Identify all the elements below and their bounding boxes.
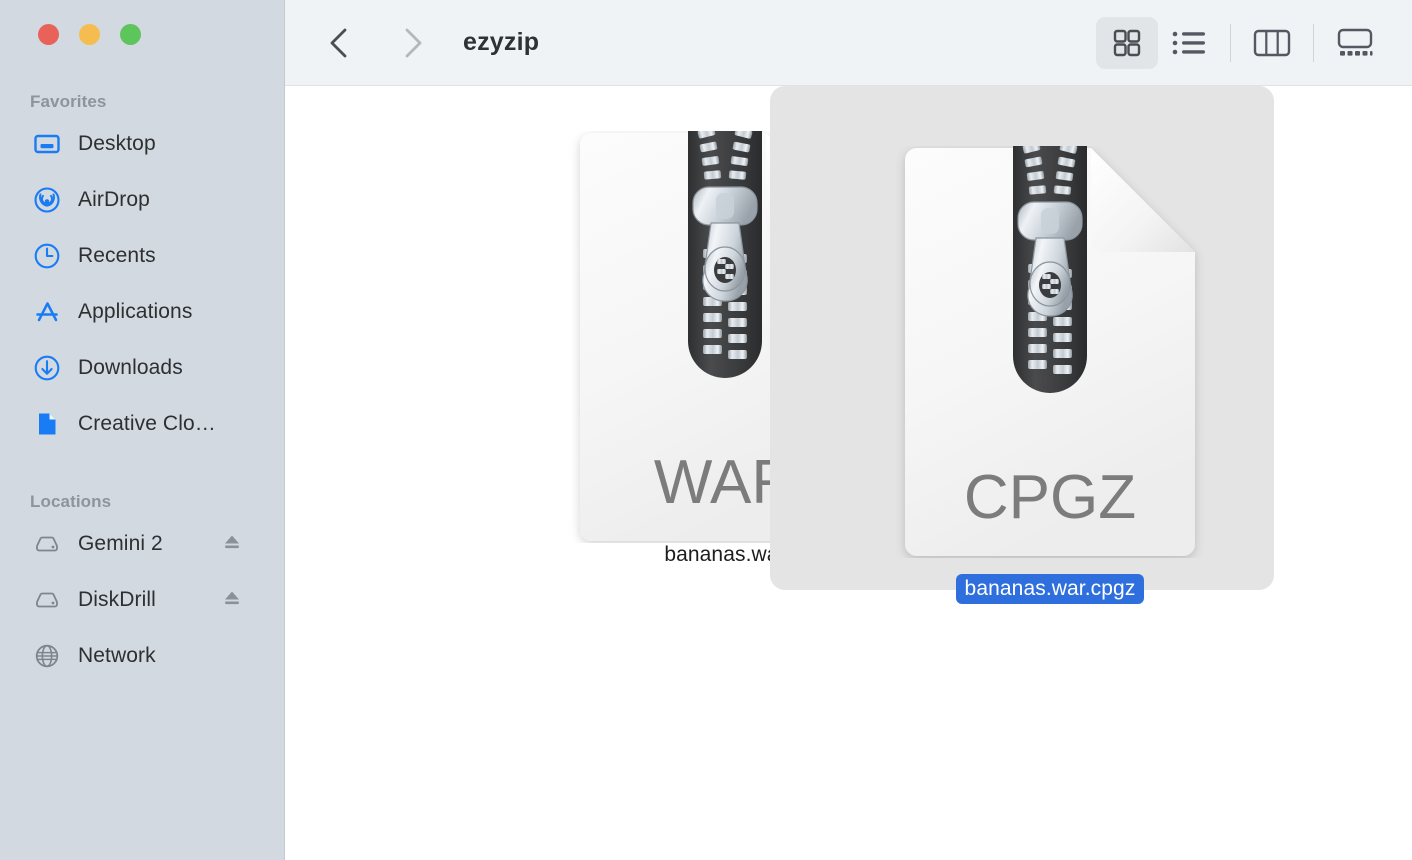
list-view-button[interactable]	[1158, 17, 1220, 69]
sidebar-item-desktop[interactable]: Desktop	[0, 116, 285, 172]
eject-icon[interactable]	[221, 587, 243, 614]
file-item[interactable]: CPGZ bananas.war.cpgz	[770, 86, 1330, 604]
close-button[interactable]	[38, 24, 59, 45]
sidebar-item-label: DiskDrill	[78, 588, 156, 611]
sidebar-item-airdrop[interactable]: AirDrop	[0, 172, 285, 228]
sidebar: Favorites Desktop AirDrop Recents Applic…	[0, 0, 285, 860]
content-area: ezyzip WAR bananas.war CPGZ bananas.war.…	[285, 0, 1412, 860]
sidebar-item-label: Network	[78, 644, 156, 667]
forward-button[interactable]	[389, 20, 435, 66]
drive-icon	[32, 529, 62, 559]
view-mode-group	[1096, 16, 1386, 69]
list-icon	[1172, 31, 1205, 54]
finder-window: Favorites Desktop AirDrop Recents Applic…	[0, 0, 1412, 860]
file-name-label[interactable]: bananas.war.cpgz	[955, 574, 1145, 604]
sidebar-item-applications[interactable]: Applications	[0, 284, 285, 340]
gallery-view-button[interactable]	[1324, 17, 1386, 69]
sidebar-item-label: Gemini 2	[78, 532, 163, 555]
file-grid: WAR bananas.war CPGZ bananas.war.cpgz	[285, 86, 1412, 860]
sidebar-item-downloads[interactable]: Downloads	[0, 340, 285, 396]
sidebar-header-locations: Locations	[30, 492, 112, 511]
sidebar-item-network[interactable]: Network	[0, 628, 285, 684]
sidebar-item-recents[interactable]: Recents	[0, 228, 285, 284]
sidebar-item-label: Applications	[78, 300, 193, 323]
sidebar-section-locations: Locations Gemini 2 DiskDrill Network	[0, 492, 285, 684]
sidebar-item-label: Downloads	[78, 356, 183, 379]
applications-icon	[32, 297, 62, 327]
sidebar-item-label: AirDrop	[78, 188, 150, 211]
gallery-icon	[1337, 28, 1373, 56]
sidebar-section-favorites: Favorites Desktop AirDrop Recents Applic…	[0, 92, 285, 452]
globe-icon	[32, 641, 62, 671]
sidebar-item-diskdrill[interactable]: DiskDrill	[0, 572, 285, 628]
sidebar-header-favorites: Favorites	[30, 92, 107, 111]
zip-archive-icon: CPGZ	[905, 146, 1195, 556]
columns-icon	[1253, 29, 1291, 56]
clock-icon	[32, 241, 62, 271]
sidebar-item-label: Recents	[78, 244, 156, 267]
airdrop-icon	[32, 185, 62, 215]
toolbar-divider	[1313, 23, 1314, 62]
desktop-icon	[32, 129, 62, 159]
minimize-button[interactable]	[79, 24, 100, 45]
sidebar-item-creative-cloud[interactable]: Creative Clo…	[0, 396, 285, 452]
document-icon	[32, 409, 62, 439]
sidebar-item-label: Creative Clo…	[78, 412, 216, 435]
grid-icon	[1113, 29, 1141, 56]
column-view-button[interactable]	[1241, 17, 1303, 69]
toolbar-divider	[1230, 23, 1231, 62]
eject-icon[interactable]	[221, 531, 243, 558]
file-name-label[interactable]: bananas.war	[664, 543, 785, 566]
icon-view-button[interactable]	[1096, 16, 1158, 69]
toolbar: ezyzip	[285, 0, 1412, 86]
sidebar-item-label: Desktop	[78, 132, 156, 155]
back-button[interactable]	[317, 20, 363, 66]
page-title: ezyzip	[463, 28, 540, 56]
drive-icon	[32, 585, 62, 615]
file-extension-label: CPGZ	[964, 463, 1136, 532]
window-controls	[38, 24, 141, 45]
download-icon	[32, 353, 62, 383]
sidebar-item-gemini-2[interactable]: Gemini 2	[0, 516, 285, 572]
maximize-button[interactable]	[120, 24, 141, 45]
